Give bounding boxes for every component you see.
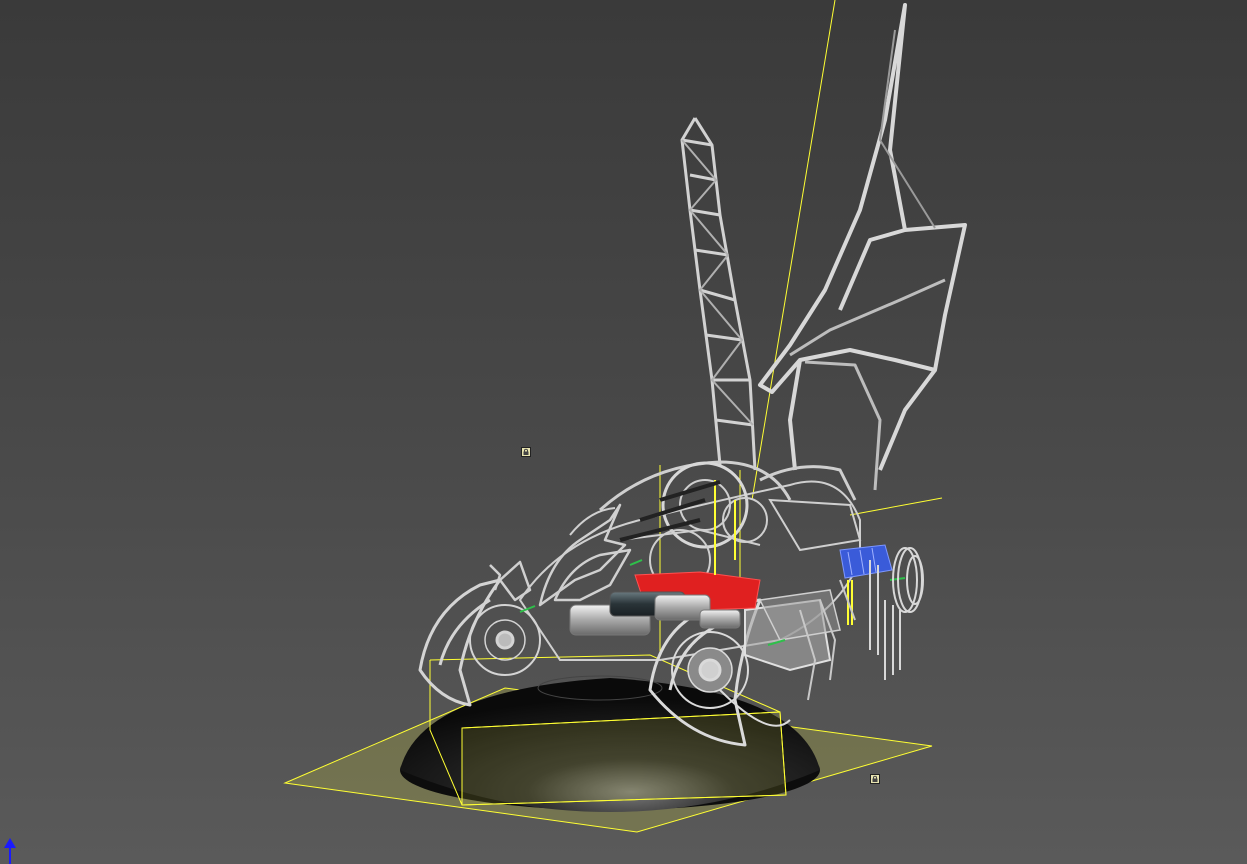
selection-guide-line-2 [849, 497, 943, 516]
selection-guide-line [751, 0, 836, 501]
3d-viewport[interactable] [0, 0, 1247, 864]
blue-module [839, 544, 893, 579]
lock-marker-left[interactable] [521, 442, 531, 457]
lock-icon [870, 774, 880, 784]
scene-canvas[interactable] [0, 0, 1247, 864]
z-axis-arrow-icon [4, 838, 16, 864]
view-axis-indicator[interactable] [2, 836, 20, 864]
motor-cylinder-small [699, 609, 741, 629]
dragon-head [489, 503, 632, 607]
lock-icon [521, 447, 531, 457]
dragon-wing-right [758, 3, 967, 491]
lock-marker-right[interactable] [870, 769, 880, 784]
rear-wheel-stack [869, 547, 924, 680]
dragon-wing-lattice [680, 117, 757, 471]
